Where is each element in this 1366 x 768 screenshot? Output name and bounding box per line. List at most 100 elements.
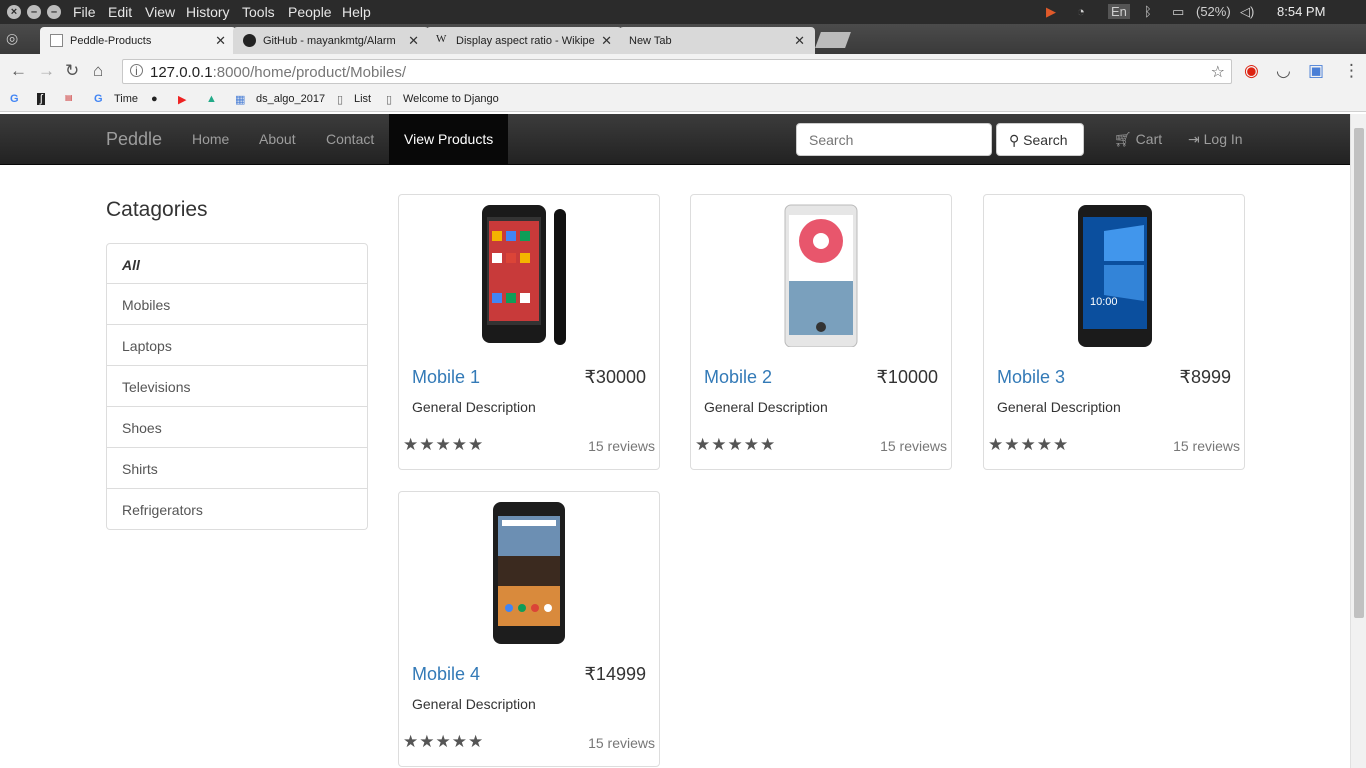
- categories-heading: Catagories: [106, 198, 208, 221]
- product-card: Mobile 2 ₹10000 General Description ★★★★…: [690, 194, 952, 470]
- wikipedia-icon: W: [436, 33, 447, 45]
- product-name-link[interactable]: Mobile 2: [704, 367, 772, 388]
- product-price: ₹10000: [876, 367, 938, 387]
- home-icon[interactable]: ⌂: [93, 61, 103, 81]
- close-tab-icon[interactable]: ✕: [794, 33, 805, 49]
- tab-title: Peddle-Products: [70, 35, 152, 47]
- reload-icon[interactable]: ↻: [65, 61, 79, 81]
- menu-dots-icon[interactable]: ⋮: [1343, 61, 1360, 81]
- review-count: 15 reviews: [1173, 438, 1240, 454]
- close-tab-icon[interactable]: ✕: [215, 33, 226, 49]
- product-name-link[interactable]: Mobile 1: [412, 367, 480, 388]
- product-name-link[interactable]: Mobile 4: [412, 664, 480, 685]
- nav-cart[interactable]: 🛒︎ Cart: [1114, 131, 1162, 148]
- tab-new-tab[interactable]: New Tab ✕: [619, 27, 815, 54]
- incognito-icon: ◎: [6, 30, 19, 46]
- drive-icon[interactable]: ▲: [206, 93, 217, 105]
- bookmark-ds-algo[interactable]: ds_algo_2017: [256, 93, 325, 105]
- menu-file[interactable]: File: [73, 4, 96, 20]
- minimize-window-icon[interactable]: –: [27, 5, 41, 19]
- product-image[interactable]: 10:00: [984, 201, 1244, 347]
- category-all[interactable]: All: [106, 243, 368, 284]
- volume-icon[interactable]: ◁): [1240, 4, 1254, 20]
- menu-tools[interactable]: Tools: [242, 4, 275, 20]
- backpack-icon[interactable]: ▤: [65, 93, 73, 102]
- page-scrollbar[interactable]: [1350, 114, 1366, 768]
- star-rating: ★★★★★: [403, 435, 485, 454]
- maximize-window-icon[interactable]: –: [47, 5, 61, 19]
- product-description: General Description: [412, 399, 536, 415]
- product-image[interactable]: [399, 201, 659, 347]
- youtube-icon[interactable]: ▶: [178, 93, 186, 106]
- github-icon[interactable]: ●: [151, 93, 158, 105]
- category-televisions[interactable]: Televisions: [106, 366, 368, 407]
- product-card: Mobile 4 ₹14999 General Description ★★★★…: [398, 491, 660, 767]
- category-shoes[interactable]: Shoes: [106, 407, 368, 448]
- scrollbar-thumb[interactable]: [1354, 128, 1364, 618]
- menu-edit[interactable]: Edit: [108, 4, 132, 20]
- product-price: ₹8999: [1179, 367, 1232, 387]
- bluetooth-icon[interactable]: ᛒ: [1144, 4, 1152, 19]
- star-rating: ★★★★★: [988, 435, 1070, 454]
- login-icon: ⇥: [1188, 131, 1200, 147]
- category-mobiles[interactable]: Mobiles: [106, 284, 368, 325]
- nav-login[interactable]: ⇥ Log In: [1188, 131, 1243, 148]
- nav-about[interactable]: About: [259, 131, 296, 147]
- url-text: 127.0.0.1:8000/home/product/Mobiles/: [150, 64, 407, 81]
- star-rating: ★★★★★: [695, 435, 777, 454]
- categories-list: All Mobiles Laptops Televisions Shoes Sh…: [106, 243, 368, 530]
- bookmark-list[interactable]: List: [354, 93, 371, 105]
- back-icon[interactable]: ←: [10, 61, 27, 81]
- bookmark-time[interactable]: Time: [114, 93, 138, 105]
- forward-icon[interactable]: →: [38, 61, 55, 81]
- table-icon[interactable]: ▦: [235, 93, 245, 106]
- product-image[interactable]: [399, 498, 659, 644]
- tab-title: Display aspect ratio - Wikipe: [456, 35, 595, 47]
- search-icon: ⚲: [1009, 132, 1020, 148]
- bookmark-star-icon[interactable]: ☆: [1211, 62, 1225, 82]
- category-refrigerators[interactable]: Refrigerators: [106, 489, 368, 530]
- site-navbar: Peddle Home About Contact View Products …: [0, 114, 1350, 165]
- bookmark-icon[interactable]: ʃ: [37, 93, 46, 105]
- extension-icon[interactable]: ▣: [1308, 61, 1324, 81]
- media-icon[interactable]: ▶: [1046, 4, 1056, 20]
- category-laptops[interactable]: Laptops: [106, 325, 368, 366]
- language-indicator[interactable]: En: [1108, 4, 1130, 19]
- category-shirts[interactable]: Shirts: [106, 448, 368, 489]
- product-description: General Description: [704, 399, 828, 415]
- menu-help[interactable]: Help: [342, 4, 371, 20]
- pocket-icon[interactable]: ◡: [1276, 61, 1291, 81]
- nav-view-products[interactable]: View Products: [389, 114, 508, 165]
- review-count: 15 reviews: [588, 735, 655, 751]
- tab-wikipedia[interactable]: W Display aspect ratio - Wikipe ✕: [426, 27, 622, 54]
- battery-percent: (52%): [1196, 4, 1231, 19]
- menu-people[interactable]: People: [288, 4, 332, 20]
- tab-github[interactable]: GitHub - mayankmtg/Alarm ✕: [233, 27, 429, 54]
- info-icon[interactable]: i: [130, 64, 143, 77]
- nav-view-products-label: View Products: [404, 131, 494, 147]
- menu-history[interactable]: History: [186, 4, 230, 20]
- nav-contact[interactable]: Contact: [326, 131, 374, 147]
- bookmarks-bar: G ʃ ▤ G Time ● ▶ ▲ ▦ ds_algo_2017 ▯ List…: [0, 88, 1366, 112]
- bookmark-django[interactable]: Welcome to Django: [403, 93, 499, 105]
- address-bar[interactable]: i 127.0.0.1:8000/home/product/Mobiles/ ☆: [122, 59, 1232, 84]
- close-tab-icon[interactable]: ✕: [601, 33, 612, 49]
- search-input[interactable]: [796, 123, 992, 156]
- search-button[interactable]: ⚲ Search: [996, 123, 1084, 156]
- battery-icon[interactable]: ▭: [1172, 4, 1184, 20]
- google-icon[interactable]: G: [94, 93, 103, 105]
- close-tab-icon[interactable]: ✕: [408, 33, 419, 49]
- new-tab-button[interactable]: [815, 32, 851, 48]
- product-name-link[interactable]: Mobile 3: [997, 367, 1065, 388]
- product-image[interactable]: [691, 201, 951, 347]
- tab-title: GitHub - mayankmtg/Alarm: [263, 35, 396, 47]
- opera-icon[interactable]: ◉: [1244, 61, 1259, 81]
- product-card: Mobile 1 ₹30000 General Description ★★★★…: [398, 194, 660, 470]
- brand-link[interactable]: Peddle: [106, 129, 162, 150]
- close-window-icon[interactable]: ×: [7, 5, 21, 19]
- tab-peddle-products[interactable]: Peddle-Products ✕: [40, 27, 236, 54]
- nav-home[interactable]: Home: [192, 131, 229, 147]
- menu-view[interactable]: View: [145, 4, 175, 20]
- wifi-icon[interactable]: ◔: [1077, 4, 1085, 19]
- google-icon[interactable]: G: [10, 93, 19, 105]
